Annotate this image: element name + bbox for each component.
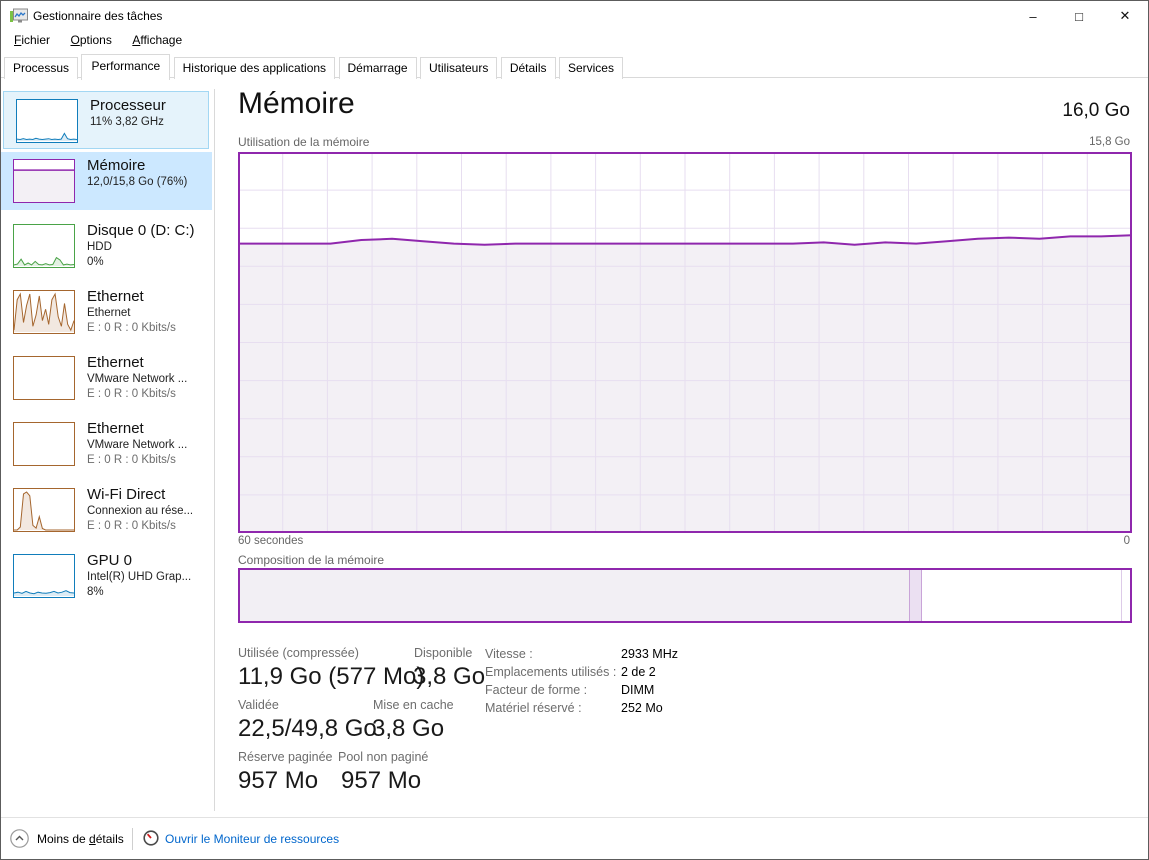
footer-bar: Moins de détails Ouvrir le Moniteur de r… — [1, 817, 1148, 859]
committed-value: 22,5/49,8 Go — [238, 715, 377, 743]
open-resource-monitor-link[interactable]: Ouvrir le Moniteur de ressources — [165, 832, 339, 846]
speed-value: 2933 MHz — [621, 647, 678, 661]
menubar: Fichier Options Affichage — [1, 31, 1148, 52]
close-button[interactable]: ✕ — [1102, 1, 1148, 31]
tab-services[interactable]: Services — [559, 57, 623, 79]
cached-value: 3,8 Go — [372, 715, 444, 743]
composition-segment-libre — [1121, 570, 1130, 621]
total-memory: 16,0 Go — [1062, 100, 1130, 122]
ethernet-sparkline — [13, 356, 75, 400]
paged-label: Réserve paginée — [238, 750, 333, 764]
time-axis-zero: 0 — [1124, 535, 1130, 547]
tab-performance[interactable]: Performance — [81, 54, 170, 80]
tab-details[interactable]: Détails — [501, 57, 556, 79]
available-label: Disponible — [414, 646, 472, 660]
task-manager-window: Gestionnaire des tâches – □ ✕ Fichier Op… — [0, 0, 1149, 860]
sidebar-item-ethernet-2[interactable]: Ethernet VMware Network ... E : 0 R : 0 … — [1, 349, 212, 407]
composition-segment-en-cours-utilisation — [240, 570, 909, 621]
nonpaged-value: 957 Mo — [341, 767, 421, 795]
tab-strip: Processus Performance Historique des app… — [1, 54, 1148, 78]
used-label: Utilisée (compressée) — [238, 646, 359, 660]
menu-options[interactable]: Options — [62, 31, 119, 49]
titlebar: Gestionnaire des tâches – □ ✕ — [1, 1, 1148, 31]
memory-composition-bar — [238, 568, 1132, 623]
performance-sidebar: Processeur 11% 3,82 GHz Mémoire 12,0/15,… — [1, 79, 214, 816]
slots-label: Emplacements utilisés : — [485, 665, 616, 679]
window-title: Gestionnaire des tâches — [33, 9, 162, 23]
sidebar-item-ethernet-3[interactable]: Ethernet VMware Network ... E : 0 R : 0 … — [1, 415, 212, 473]
sidebar-item-disque[interactable]: Disque 0 (D: C:) HDD 0% — [1, 217, 212, 275]
memory-sparkline — [13, 159, 75, 203]
tab-demarrage[interactable]: Démarrage — [339, 57, 417, 79]
less-details-button[interactable]: Moins de détails — [37, 832, 124, 846]
tab-processus[interactable]: Processus — [4, 57, 78, 79]
sidebar-item-wifi-direct[interactable]: Wi-Fi Direct Connexion au rése... E : 0 … — [1, 481, 212, 539]
slots-value: 2 de 2 — [621, 665, 656, 679]
paged-value: 957 Mo — [238, 767, 318, 795]
reserved-value: 252 Mo — [621, 701, 663, 715]
wifi-sparkline — [13, 488, 75, 532]
ethernet-sparkline — [13, 422, 75, 466]
tab-utilisateurs[interactable]: Utilisateurs — [420, 57, 497, 79]
page-title: Mémoire — [238, 87, 355, 121]
resource-monitor-icon — [143, 830, 159, 846]
used-value: 11,9 Go (577 Mo) — [238, 663, 424, 691]
ethernet-sparkline — [13, 290, 75, 334]
cpu-sparkline — [16, 99, 78, 143]
minimize-button[interactable]: – — [1010, 1, 1056, 31]
task-manager-icon — [10, 8, 28, 24]
collapse-chevron-icon[interactable] — [10, 829, 29, 848]
sidebar-item-gpu[interactable]: GPU 0 Intel(R) UHD Grap... 8% — [1, 547, 212, 605]
sidebar-item-ethernet-1[interactable]: Ethernet Ethernet E : 0 R : 0 Kbits/s — [1, 283, 212, 341]
menu-affichage[interactable]: Affichage — [124, 31, 190, 49]
reserved-label: Matériel réservé : — [485, 701, 582, 715]
sidebar-divider — [214, 89, 215, 811]
memory-usage-chart — [238, 152, 1132, 533]
composition-caption: Composition de la mémoire — [238, 553, 384, 567]
time-axis-label: 60 secondes — [238, 535, 303, 547]
form-factor-value: DIMM — [621, 683, 654, 697]
footer-separator — [132, 828, 133, 850]
gpu-sparkline — [13, 554, 75, 598]
nonpaged-label: Pool non paginé — [338, 750, 428, 764]
composition-segment-en-veille — [921, 570, 1121, 621]
usage-caption: Utilisation de la mémoire — [238, 135, 369, 149]
tab-historique[interactable]: Historique des applications — [174, 57, 335, 79]
sidebar-item-memoire[interactable]: Mémoire 12,0/15,8 Go (76%) — [1, 152, 212, 210]
composition-segment-modifiée — [909, 570, 921, 621]
form-factor-label: Facteur de forme : — [485, 683, 587, 697]
cached-label: Mise en cache — [373, 698, 454, 712]
available-value: 3,8 Go — [413, 663, 485, 691]
sidebar-item-processeur[interactable]: Processeur 11% 3,82 GHz — [3, 91, 209, 149]
maximize-button[interactable]: □ — [1056, 1, 1102, 31]
usage-max-label: 15,8 Go — [1089, 136, 1130, 148]
menu-fichier[interactable]: Fichier — [6, 31, 58, 49]
speed-label: Vitesse : — [485, 647, 533, 661]
committed-label: Validée — [238, 698, 279, 712]
disk-sparkline — [13, 224, 75, 268]
